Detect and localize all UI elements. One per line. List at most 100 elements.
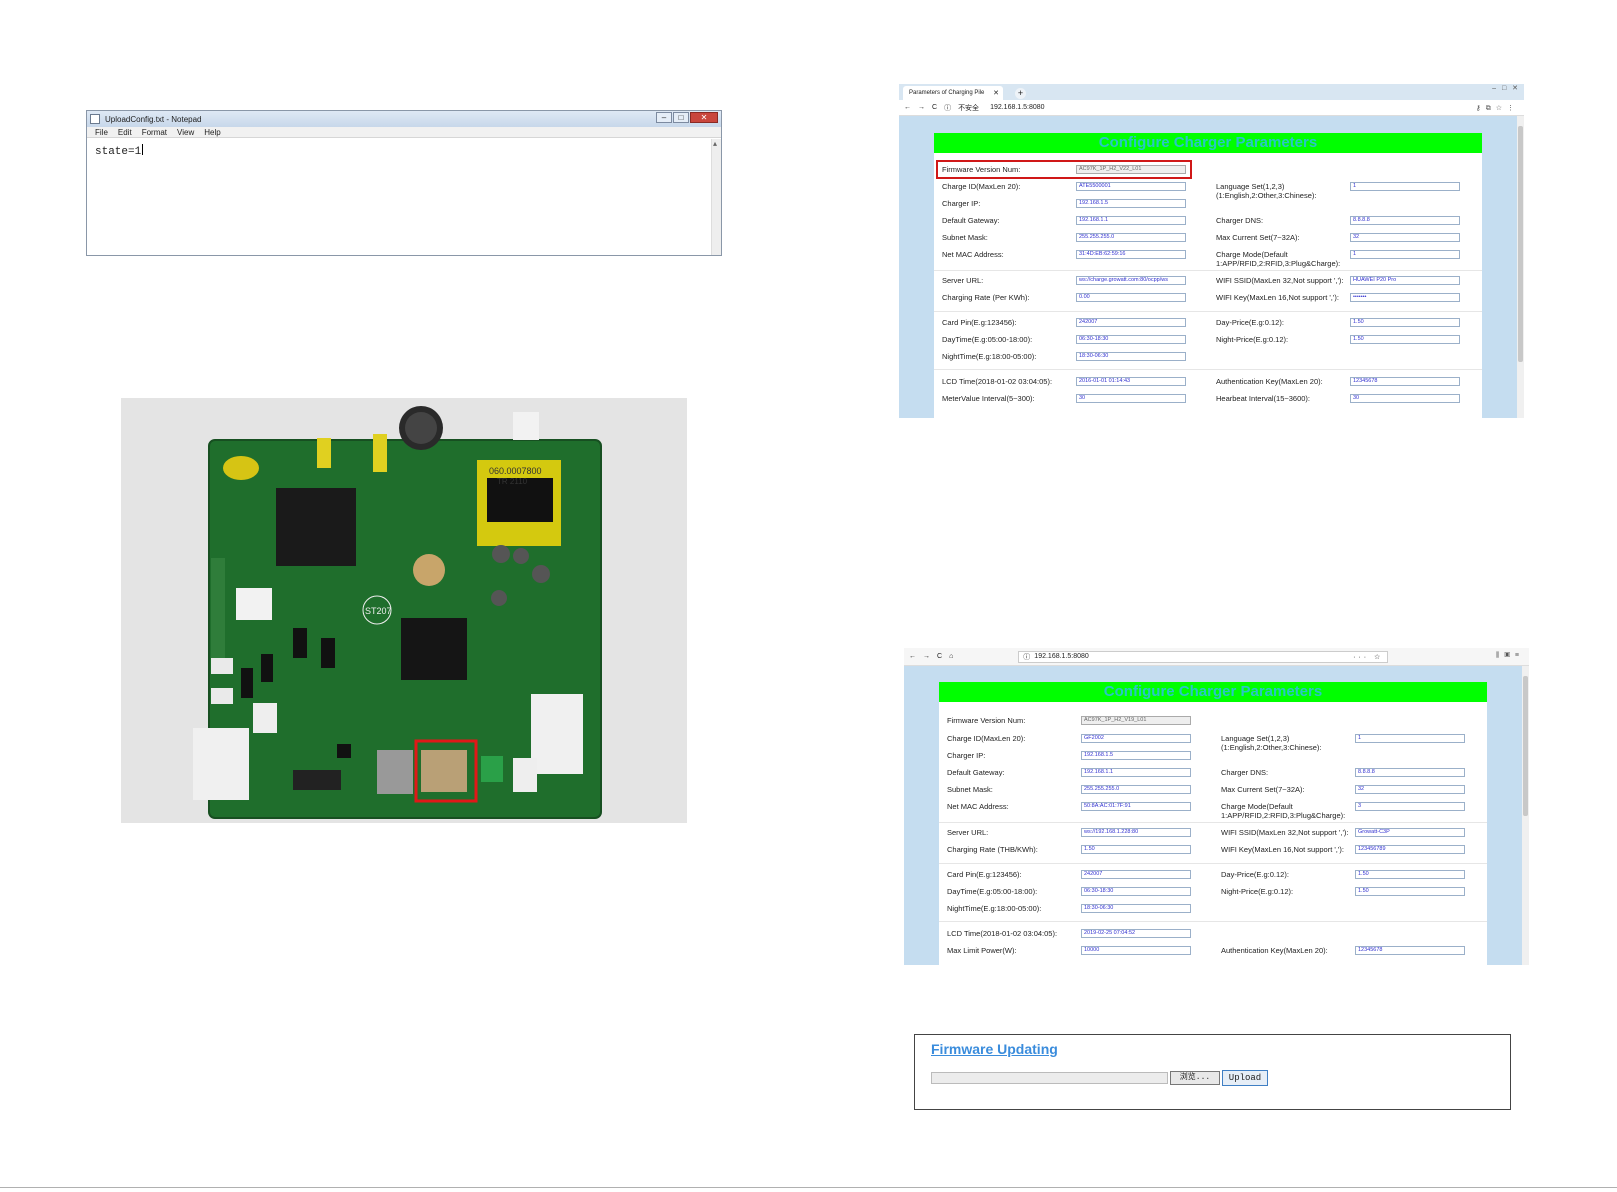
- field-input[interactable]: 30: [1076, 394, 1186, 403]
- field-input[interactable]: 30: [1350, 394, 1460, 403]
- reload-icon[interactable]: C: [932, 104, 937, 111]
- address-bar[interactable]: ← → C ⓘ 不安全 192.168.1.5:8080 ⚷⧉☆⋮: [899, 100, 1524, 116]
- page-actions-icons[interactable]: ··· ☆: [1353, 653, 1383, 661]
- notepad-title: UploadConfig.txt - Notepad: [105, 114, 202, 124]
- field-label: Server URL:: [942, 276, 984, 285]
- field-label: Day-Price(E.g:0.12):: [1221, 870, 1289, 879]
- field-input[interactable]: 242007: [1081, 870, 1191, 879]
- field-input[interactable]: HUAWEI P20 Pro: [1350, 276, 1460, 285]
- field-input[interactable]: 8.8.8.8: [1350, 216, 1460, 225]
- field-label: Net MAC Address:: [947, 802, 1009, 811]
- field-input[interactable]: 242007: [1076, 318, 1186, 327]
- field-label: Firmware Version Num:: [947, 716, 1026, 725]
- field-input[interactable]: 192.168.1.5: [1076, 199, 1186, 208]
- field-input[interactable]: 123456789: [1355, 845, 1465, 854]
- field-input[interactable]: 32: [1350, 233, 1460, 242]
- minimize-button[interactable]: –: [656, 112, 672, 123]
- menu-format[interactable]: Format: [142, 128, 167, 137]
- address-bar[interactable]: ← → C ⌂ ⓘ 192.168.1.5:8080 ··· ☆ ⫼▣≡: [904, 648, 1529, 666]
- field-input[interactable]: 18:30-06:30: [1076, 352, 1186, 361]
- field-input[interactable]: 1.50: [1350, 335, 1460, 344]
- transformer-label-line1: 060.0007800: [489, 466, 542, 476]
- field-label: Charger DNS:: [1216, 216, 1264, 225]
- field-input[interactable]: 2019-02-25 07:04:52: [1081, 929, 1191, 938]
- field-input[interactable]: 1.50: [1350, 318, 1460, 327]
- field-input[interactable]: 0.00: [1076, 293, 1186, 302]
- pcb-photo: 060.0007800 TR 2110 ST207: [121, 398, 687, 823]
- field-label: Night-Price(E.g:0.12):: [1221, 887, 1294, 896]
- field-input[interactable]: 06:30-18:30: [1081, 887, 1191, 896]
- field-input[interactable]: 32: [1355, 785, 1465, 794]
- field-input[interactable]: 1.50: [1355, 870, 1465, 879]
- browse-button[interactable]: 浏览...: [1170, 1071, 1220, 1085]
- reload-icon[interactable]: C: [937, 653, 942, 660]
- field-input[interactable]: Growatt-C3P: [1355, 828, 1465, 837]
- menu-edit[interactable]: Edit: [118, 128, 132, 137]
- field-input[interactable]: 3: [1355, 802, 1465, 811]
- notepad-editor[interactable]: state=1: [95, 144, 144, 158]
- field-input[interactable]: 06:30-18:30: [1076, 335, 1186, 344]
- field-input[interactable]: 12345678: [1355, 946, 1465, 955]
- field-label: WIFI Key(MaxLen 16,Not support ','):: [1221, 845, 1344, 854]
- home-icon[interactable]: ⌂: [949, 653, 953, 660]
- field-input[interactable]: 12345678: [1350, 377, 1460, 386]
- field-input[interactable]: 255.255.255.0: [1076, 233, 1186, 242]
- field-input[interactable]: 1.50: [1355, 887, 1465, 896]
- field-input[interactable]: 192.168.1.1: [1076, 216, 1186, 225]
- notepad-scrollbar[interactable]: [711, 139, 721, 255]
- field-label: Charge Mode(Default 1:APP/RFID,2:RFID,3:…: [1216, 250, 1341, 268]
- field-label: Max Limit Power(W):: [947, 946, 1017, 955]
- notepad-menubar: File Edit Format View Help: [87, 127, 721, 138]
- field-input[interactable]: ws://192.168.1.228:80: [1081, 828, 1191, 837]
- field-input[interactable]: 10000: [1081, 946, 1191, 955]
- field-input[interactable]: 18:30-06:30: [1081, 904, 1191, 913]
- field-input[interactable]: 1: [1350, 250, 1460, 259]
- field-input[interactable]: 31:4D:EB:62:59:16: [1076, 250, 1186, 259]
- field-label: Night-Price(E.g:0.12):: [1216, 335, 1289, 344]
- url-text[interactable]: 192.168.1.5:8080: [990, 104, 1045, 111]
- field-label: NightTime(E.g:18:00-05:00):: [947, 904, 1042, 913]
- section-divider: [939, 921, 1487, 922]
- field-label: Card Pin(E.g:123456):: [947, 870, 1022, 879]
- tab-close-icon[interactable]: ✕: [993, 89, 999, 97]
- browser-tab[interactable]: Parameters of Charging Pile ✕: [903, 86, 1003, 100]
- field-input: AC97K_1P_H2_V22_L01: [1076, 165, 1186, 174]
- field-label: Charger IP:: [947, 751, 986, 760]
- notepad-titlebar: UploadConfig.txt - Notepad – □ ✕: [87, 111, 721, 127]
- field-input[interactable]: 2016-01-01 01:14:43: [1076, 377, 1186, 386]
- menu-file[interactable]: File: [95, 128, 108, 137]
- field-input[interactable]: 192.168.1.1: [1081, 768, 1191, 777]
- close-button[interactable]: ✕: [690, 112, 718, 123]
- field-label: DayTime(E.g:05:00-18:00):: [947, 887, 1038, 896]
- window-controls[interactable]: – □ ✕: [1492, 84, 1520, 92]
- field-input[interactable]: •••••••: [1350, 293, 1460, 302]
- field-input[interactable]: ATE5500001: [1076, 182, 1186, 191]
- menu-help[interactable]: Help: [204, 128, 220, 137]
- toolbar-icons[interactable]: ⚷⧉☆⋮: [1476, 104, 1519, 113]
- field-input[interactable]: 1: [1355, 734, 1465, 743]
- field-input[interactable]: GF2002: [1081, 734, 1191, 743]
- new-tab-button[interactable]: +: [1015, 88, 1026, 99]
- forward-icon[interactable]: →: [918, 104, 925, 111]
- menu-view[interactable]: View: [177, 128, 194, 137]
- forward-icon[interactable]: →: [923, 653, 930, 660]
- field-input[interactable]: 8.8.8.8: [1355, 768, 1465, 777]
- back-icon[interactable]: ←: [909, 653, 916, 660]
- field-input[interactable]: ws://charge.growatt.com:80/ocpp/ws: [1076, 276, 1186, 285]
- field-label: Max Current Set(7~32A):: [1216, 233, 1300, 242]
- field-input[interactable]: 50:8A:AC:01:7F:91: [1081, 802, 1191, 811]
- back-icon[interactable]: ←: [904, 104, 911, 111]
- page-scrollbar[interactable]: [1522, 666, 1529, 965]
- firmware-file-input[interactable]: [931, 1072, 1168, 1084]
- page-scrollbar[interactable]: [1517, 116, 1524, 418]
- field-input[interactable]: 192.168.1.5: [1081, 751, 1191, 760]
- insecure-label: 不安全: [958, 104, 980, 112]
- url-text: 192.168.1.5:8080: [1034, 653, 1089, 660]
- upload-button[interactable]: Upload: [1222, 1070, 1268, 1086]
- toolbar-icons[interactable]: ⫼▣≡: [1496, 652, 1524, 660]
- maximize-button[interactable]: □: [673, 112, 689, 123]
- url-field[interactable]: ⓘ 192.168.1.5:8080 ··· ☆: [1018, 650, 1389, 663]
- field-input[interactable]: 1.50: [1081, 845, 1191, 854]
- field-input[interactable]: 255.255.255.0: [1081, 785, 1191, 794]
- field-input[interactable]: 1: [1350, 182, 1460, 191]
